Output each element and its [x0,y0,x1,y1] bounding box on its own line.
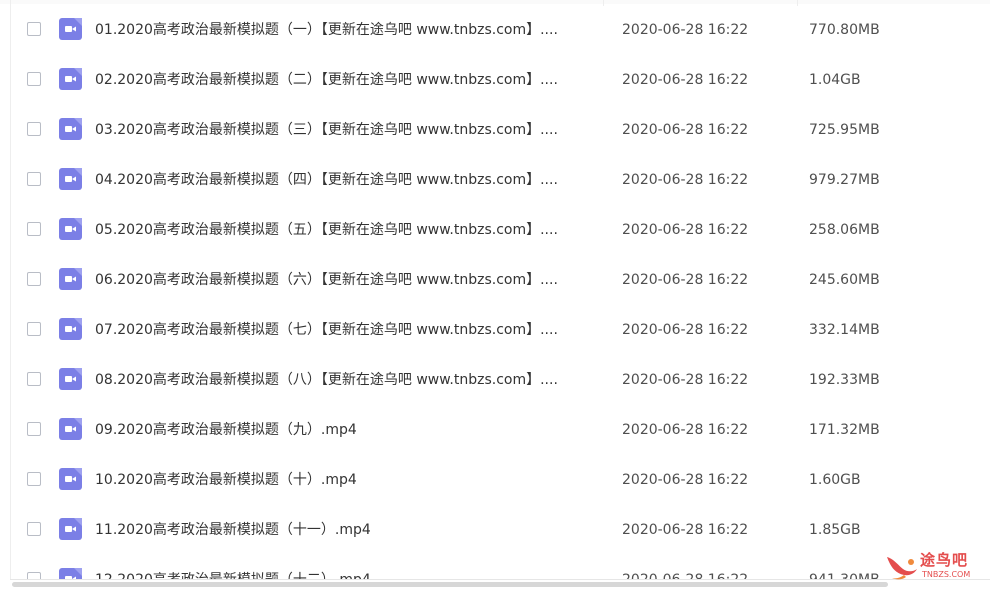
row-checkbox[interactable] [27,22,41,36]
horizontal-scrollbar-thumb[interactable] [12,582,888,587]
file-size: 1.60GB [809,472,861,488]
file-name[interactable]: 05.2020高考政治最新模拟题（五）【更新在途乌吧 www.tnbzs.com… [95,220,595,240]
video-file-icon[interactable] [59,518,82,540]
file-size: 770.80MB [809,22,880,38]
file-size: 258.06MB [809,222,880,238]
file-modified-date: 2020-06-28 16:22 [622,22,749,38]
file-size: 332.14MB [809,322,880,338]
file-row[interactable]: 06.2020高考政治最新模拟题（六）【更新在途乌吧 www.tnbzs.com… [0,255,990,305]
file-row[interactable]: 05.2020高考政治最新模拟题（五）【更新在途乌吧 www.tnbzs.com… [0,205,990,255]
row-checkbox[interactable] [27,172,41,186]
file-modified-date: 2020-06-28 16:22 [622,522,749,538]
bird-logo-icon [887,557,917,580]
file-size: 1.85GB [809,522,861,538]
file-size: 725.95MB [809,122,880,138]
file-modified-date: 2020-06-28 16:22 [622,122,749,138]
row-checkbox[interactable] [27,422,41,436]
row-checkbox[interactable] [27,122,41,136]
file-modified-date: 2020-06-28 16:22 [622,322,749,338]
file-row[interactable]: 03.2020高考政治最新模拟题（三）【更新在途乌吧 www.tnbzs.com… [0,105,990,155]
video-file-icon[interactable] [59,418,82,440]
file-modified-date: 2020-06-28 16:22 [622,172,749,188]
video-file-icon[interactable] [59,118,82,140]
file-name[interactable]: 09.2020高考政治最新模拟题（九）.mp4 [95,420,595,440]
file-name[interactable]: 06.2020高考政治最新模拟题（六）【更新在途乌吧 www.tnbzs.com… [95,270,595,290]
watermark-text-cn: 途鸟吧 [920,551,969,569]
video-file-icon[interactable] [59,168,82,190]
watermark-text-en: TNBZS.COM [922,570,971,579]
row-checkbox[interactable] [27,472,41,486]
file-name[interactable]: 01.2020高考政治最新模拟题（一）【更新在途乌吧 www.tnbzs.com… [95,20,595,40]
file-row[interactable]: 08.2020高考政治最新模拟题（八）【更新在途乌吧 www.tnbzs.com… [0,355,990,405]
file-row[interactable]: 02.2020高考政治最新模拟题（二）【更新在途乌吧 www.tnbzs.com… [0,55,990,105]
file-row[interactable]: 09.2020高考政治最新模拟题（九）.mp4 2020-06-28 16:22… [0,405,990,455]
file-modified-date: 2020-06-28 16:22 [622,272,749,288]
file-modified-date: 2020-06-28 16:22 [622,472,749,488]
file-row[interactable]: 01.2020高考政治最新模拟题（一）【更新在途乌吧 www.tnbzs.com… [0,5,990,55]
file-row[interactable]: 11.2020高考政治最新模拟题（十一）.mp4 2020-06-28 16:2… [0,505,990,555]
file-size: 192.33MB [809,372,880,388]
file-name[interactable]: 04.2020高考政治最新模拟题（四）【更新在途乌吧 www.tnbzs.com… [95,170,595,190]
file-name[interactable]: 10.2020高考政治最新模拟题（十）.mp4 [95,470,595,490]
file-name[interactable]: 02.2020高考政治最新模拟题（二）【更新在途乌吧 www.tnbzs.com… [95,70,595,90]
video-file-icon[interactable] [59,368,82,390]
file-name[interactable]: 07.2020高考政治最新模拟题（七）【更新在途乌吧 www.tnbzs.com… [95,320,595,340]
file-size: 171.32MB [809,422,880,438]
file-size: 1.04GB [809,72,861,88]
file-modified-date: 2020-06-28 16:22 [622,72,749,88]
header-edge [0,0,990,4]
file-modified-date: 2020-06-28 16:22 [622,422,749,438]
file-row[interactable]: 07.2020高考政治最新模拟题（七）【更新在途乌吧 www.tnbzs.com… [0,305,990,355]
video-file-icon[interactable] [59,268,82,290]
row-checkbox[interactable] [27,522,41,536]
row-checkbox[interactable] [27,222,41,236]
video-file-icon[interactable] [59,218,82,240]
video-file-icon[interactable] [59,468,82,490]
horizontal-scrollbar[interactable] [10,579,990,589]
file-row[interactable]: 04.2020高考政治最新模拟题（四）【更新在途乌吧 www.tnbzs.com… [0,155,990,205]
video-file-icon[interactable] [59,318,82,340]
file-name[interactable]: 11.2020高考政治最新模拟题（十一）.mp4 [95,520,595,540]
watermark: 途鸟吧 TNBZS.COM [884,551,980,583]
row-checkbox[interactable] [27,322,41,336]
file-name[interactable]: 08.2020高考政治最新模拟题（八）【更新在途乌吧 www.tnbzs.com… [95,370,595,390]
video-file-icon[interactable] [59,68,82,90]
file-list: 01.2020高考政治最新模拟题（一）【更新在途乌吧 www.tnbzs.com… [0,5,990,589]
row-checkbox[interactable] [27,372,41,386]
file-row[interactable]: 10.2020高考政治最新模拟题（十）.mp4 2020-06-28 16:22… [0,455,990,505]
file-name[interactable]: 03.2020高考政治最新模拟题（三）【更新在途乌吧 www.tnbzs.com… [95,120,595,140]
file-size: 245.60MB [809,272,880,288]
file-list-window: 01.2020高考政治最新模拟题（一）【更新在途乌吧 www.tnbzs.com… [0,0,990,589]
row-checkbox[interactable] [27,72,41,86]
row-checkbox[interactable] [27,272,41,286]
file-modified-date: 2020-06-28 16:22 [622,372,749,388]
file-modified-date: 2020-06-28 16:22 [622,222,749,238]
file-size: 979.27MB [809,172,880,188]
video-file-icon[interactable] [59,18,82,40]
